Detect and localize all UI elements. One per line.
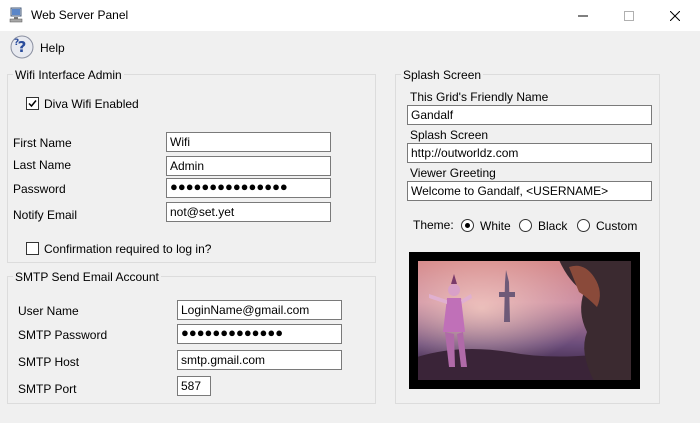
menu-bar [0,31,700,64]
smtp-port-label: SMTP Port [18,382,77,396]
wifi-enabled-checkbox[interactable] [26,97,39,110]
help-menu-item[interactable]: Help [40,41,65,55]
grid-name-label: This Grid's Friendly Name [410,90,549,104]
confirmation-checkbox[interactable] [26,242,39,255]
smtp-legend: SMTP Send Email Account [13,270,161,284]
theme-custom-label: Custom [596,219,638,233]
smtp-host-label: SMTP Host [18,355,80,369]
theme-black-label: Black [538,219,568,233]
first-name-field[interactable]: Wifi [166,132,331,152]
app-computer-icon [9,7,25,23]
svg-text:?: ? [14,38,19,48]
maximize-button[interactable] [606,0,652,31]
window-title: Web Server Panel [31,8,129,22]
smtp-user-name-field[interactable]: LoginName@gmail.com [177,300,342,320]
close-icon [670,10,680,21]
smtp-host-field[interactable]: smtp.gmail.com [177,350,342,370]
viewer-greeting-label: Viewer Greeting [410,166,496,180]
maximize-icon [624,10,634,21]
first-name-label: First Name [13,136,72,150]
wifi-enabled-label: Diva Wifi Enabled [44,97,139,111]
last-name-field[interactable]: Admin [166,156,331,176]
smtp-user-name-label: User Name [18,304,79,318]
minimize-button[interactable] [560,0,606,31]
theme-custom-radio[interactable] [577,219,590,232]
splash-legend: Splash Screen [401,68,484,82]
theme-black-radio[interactable] [519,219,532,232]
notify-email-label: Notify Email [13,208,78,222]
smtp-password-label: SMTP Password [18,328,108,342]
help-question-icon[interactable]: ? ? [9,34,35,60]
theme-white-label: White [480,219,511,233]
notify-email-field[interactable]: not@set.yet [166,202,331,222]
last-name-label: Last Name [13,158,72,172]
viewer-greeting-field[interactable]: Welcome to Gandalf, <USERNAME> [407,181,652,201]
splash-url-field[interactable]: http://outworldz.com [407,143,652,163]
checkmark-icon [28,100,37,108]
close-button[interactable] [652,0,698,31]
minimize-icon [578,15,588,16]
wifi-admin-legend: Wifi Interface Admin [13,68,124,82]
splash-preview-image [409,252,640,389]
password-field[interactable]: ●●●●●●●●●●●●●●● [166,178,331,198]
splash-url-label: Splash Screen [410,128,489,142]
theme-label: Theme: [413,218,454,232]
theme-white-radio[interactable] [461,219,474,232]
confirmation-label: Confirmation required to log in? [44,242,212,256]
grid-name-field[interactable]: Gandalf [407,105,652,125]
password-label: Password [13,182,66,196]
smtp-port-field[interactable]: 587 [177,376,211,396]
smtp-password-field[interactable]: ●●●●●●●●●●●●● [177,324,342,344]
